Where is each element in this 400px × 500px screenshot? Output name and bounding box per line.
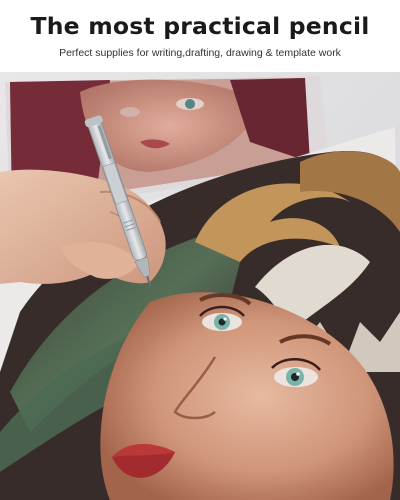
header: The most practical pencil Perfect suppli… bbox=[0, 0, 400, 72]
drawing-scene-illustration bbox=[0, 72, 400, 500]
page-subtitle: Perfect supplies for writing,drafting, d… bbox=[59, 47, 341, 59]
product-image-page: The most practical pencil Perfect suppli… bbox=[0, 0, 400, 500]
page-title: The most practical pencil bbox=[30, 12, 370, 40]
product-photo bbox=[0, 72, 400, 500]
